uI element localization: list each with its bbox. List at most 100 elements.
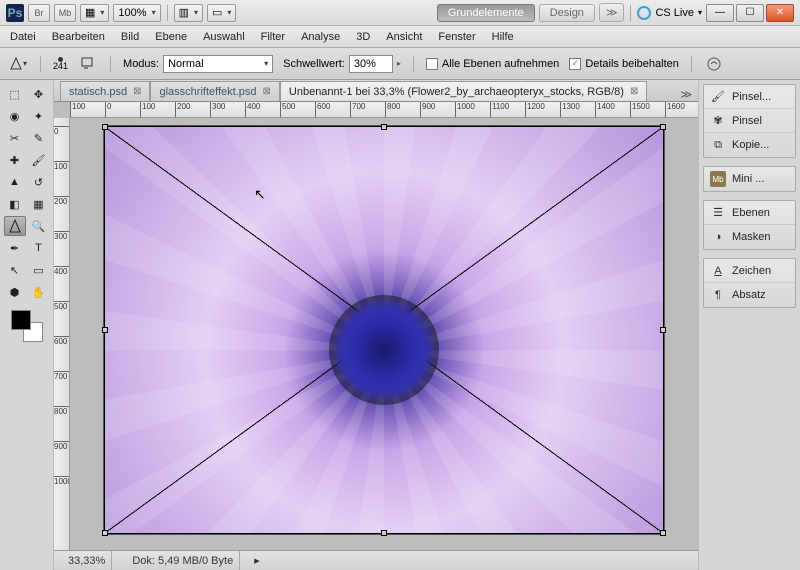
tool-eraser[interactable]: ◧ [4, 194, 26, 214]
handle-nw[interactable] [102, 124, 108, 130]
options-bar: ▾ 241 Modus:Normal Schwellwert:30%▸ Alle… [0, 48, 800, 80]
maximize-button[interactable]: ☐ [736, 4, 764, 22]
tool-stamp[interactable]: ▲ [4, 172, 26, 192]
panel-item-mini[interactable]: MbMini ... [704, 167, 795, 191]
workspace-more[interactable]: ≫ [599, 3, 625, 22]
tool-marquee[interactable]: ⬚ [4, 84, 26, 104]
dok-field[interactable]: Dok: 5,49 MB/0 Byte [126, 551, 240, 570]
tool-pen[interactable]: ✒ [4, 238, 26, 258]
panel-item-ebenen[interactable]: ☰Ebenen [704, 201, 795, 225]
arrange-selector[interactable]: ▥ [174, 4, 203, 22]
ruler-vertical[interactable]: 01002003004005006007008009001000 [54, 118, 70, 550]
menu-ansicht[interactable]: Ansicht [386, 31, 422, 43]
close-button[interactable]: ✕ [766, 4, 794, 22]
menu-fenster[interactable]: Fenster [438, 31, 475, 43]
panel-item-pinsel[interactable]: ✾Pinsel [704, 109, 795, 133]
document-image[interactable]: ↖ [104, 126, 664, 534]
tool-heal[interactable]: ✚ [4, 150, 26, 170]
foreground-color[interactable] [11, 310, 31, 330]
chevron-right-icon[interactable]: ▸ [254, 554, 260, 567]
modus-select[interactable]: Normal [163, 55, 273, 73]
tab-statisch[interactable]: statisch.psd⊠ [60, 81, 150, 101]
close-icon[interactable]: ⊠ [630, 86, 638, 97]
color-swatches[interactable] [11, 310, 43, 342]
handle-se[interactable] [660, 530, 666, 536]
canvas-area[interactable]: ↖ [70, 118, 698, 550]
workspace-design[interactable]: Design [539, 4, 595, 22]
status-bar: 33,33% Dok: 5,49 MB/0 Byte ▸ [54, 550, 698, 570]
view-selector[interactable]: ▦ [80, 4, 109, 22]
handle-e[interactable] [660, 327, 666, 333]
tool-blur[interactable] [4, 216, 26, 236]
pressure-button[interactable] [704, 54, 724, 74]
close-icon[interactable]: ⊠ [133, 86, 141, 97]
transform-box[interactable] [104, 126, 664, 534]
brush-panel-button[interactable] [78, 54, 98, 74]
panel-item-pinsel-presets[interactable]: 🖌Pinsel... [704, 85, 795, 109]
tool-move[interactable]: ✥ [28, 84, 50, 104]
tool-type[interactable]: T [28, 238, 50, 258]
handle-n[interactable] [381, 124, 387, 130]
cursor-icon: ↖ [254, 186, 266, 203]
tool-shape[interactable]: ▭ [28, 260, 50, 280]
zoom-field[interactable]: 33,33% [62, 551, 112, 570]
tool-preset[interactable]: ▾ [8, 54, 28, 74]
handle-s[interactable] [381, 530, 387, 536]
panel-label: Absatz [732, 289, 766, 301]
handle-w[interactable] [102, 327, 108, 333]
brush-size-picker[interactable]: 241 [53, 57, 68, 71]
tab-unbenannt[interactable]: Unbenannt-1 bei 33,3% (Flower2_by_archae… [280, 81, 647, 101]
menu-bearbeiten[interactable]: Bearbeiten [52, 31, 105, 43]
tool-crop[interactable]: ✂ [4, 128, 26, 148]
panel-item-zeichen[interactable]: AZeichen [704, 259, 795, 283]
menu-hilfe[interactable]: Hilfe [492, 31, 514, 43]
handle-sw[interactable] [102, 530, 108, 536]
minimize-button[interactable]: — [706, 4, 734, 22]
paragraph-icon: ¶ [710, 287, 726, 303]
chevron-right-icon[interactable]: ▸ [397, 59, 401, 68]
panel-item-masken[interactable]: ◑Masken [704, 225, 795, 249]
details-checkbox[interactable]: ✓Details beibehalten [569, 58, 679, 70]
panel-label: Kopie... [732, 139, 769, 151]
ruler-horizontal[interactable]: 1000100200300400500600700800900100011001… [70, 102, 698, 118]
character-icon: A [710, 263, 726, 279]
tool-dodge[interactable]: 🔍 [28, 216, 50, 236]
menu-ebene[interactable]: Ebene [155, 31, 187, 43]
schwellwert-input[interactable]: 30% [349, 55, 393, 73]
tool-gradient[interactable]: ▦ [28, 194, 50, 214]
zoom-selector[interactable]: 100% [113, 4, 160, 22]
bridge-button[interactable]: Br [28, 4, 50, 22]
alle-ebenen-checkbox[interactable]: Alle Ebenen aufnehmen [426, 58, 559, 70]
screen-selector[interactable]: ▭ [207, 4, 236, 22]
tool-brush[interactable]: 🖌 [28, 150, 50, 170]
tool-lasso[interactable]: ◉ [4, 106, 26, 126]
panel-label: Pinsel... [732, 91, 771, 103]
tab-label: glasschrifteffekt.psd [159, 86, 256, 98]
brush-size-value: 241 [53, 62, 68, 71]
close-icon[interactable]: ⊠ [263, 86, 271, 97]
panel-brushes: 🖌Pinsel... ✾Pinsel ⧉Kopie... [703, 84, 796, 158]
menu-analyse[interactable]: Analyse [301, 31, 340, 43]
panel-layers: ☰Ebenen ◑Masken [703, 200, 796, 250]
tool-3d[interactable]: ⬢ [4, 282, 26, 302]
menu-datei[interactable]: Datei [10, 31, 36, 43]
tool-hand[interactable]: ✋ [28, 282, 50, 302]
tool-path[interactable]: ↖ [4, 260, 26, 280]
tool-eyedropper[interactable]: ✎ [28, 128, 50, 148]
tab-glasschrift[interactable]: glasschrifteffekt.psd ⊠ [150, 81, 279, 101]
minibridge-button[interactable]: Mb [54, 4, 76, 22]
tool-history[interactable]: ↺ [28, 172, 50, 192]
menu-filter[interactable]: Filter [261, 31, 285, 43]
panel-item-kopie[interactable]: ⧉Kopie... [704, 133, 795, 157]
tool-wand[interactable]: ✦ [28, 106, 50, 126]
schwellwert-label: Schwellwert: [283, 58, 345, 70]
handle-ne[interactable] [660, 124, 666, 130]
cslive-button[interactable]: CS Live ▾ [637, 6, 702, 20]
screen-icon: ▭ [212, 6, 222, 19]
menu-bild[interactable]: Bild [121, 31, 139, 43]
tabs-overflow[interactable]: ≫ [674, 88, 698, 101]
menu-auswahl[interactable]: Auswahl [203, 31, 245, 43]
workspace-grundelemente[interactable]: Grundelemente [437, 4, 535, 22]
menu-3d[interactable]: 3D [356, 31, 370, 43]
panel-item-absatz[interactable]: ¶ Absatz [704, 283, 795, 307]
